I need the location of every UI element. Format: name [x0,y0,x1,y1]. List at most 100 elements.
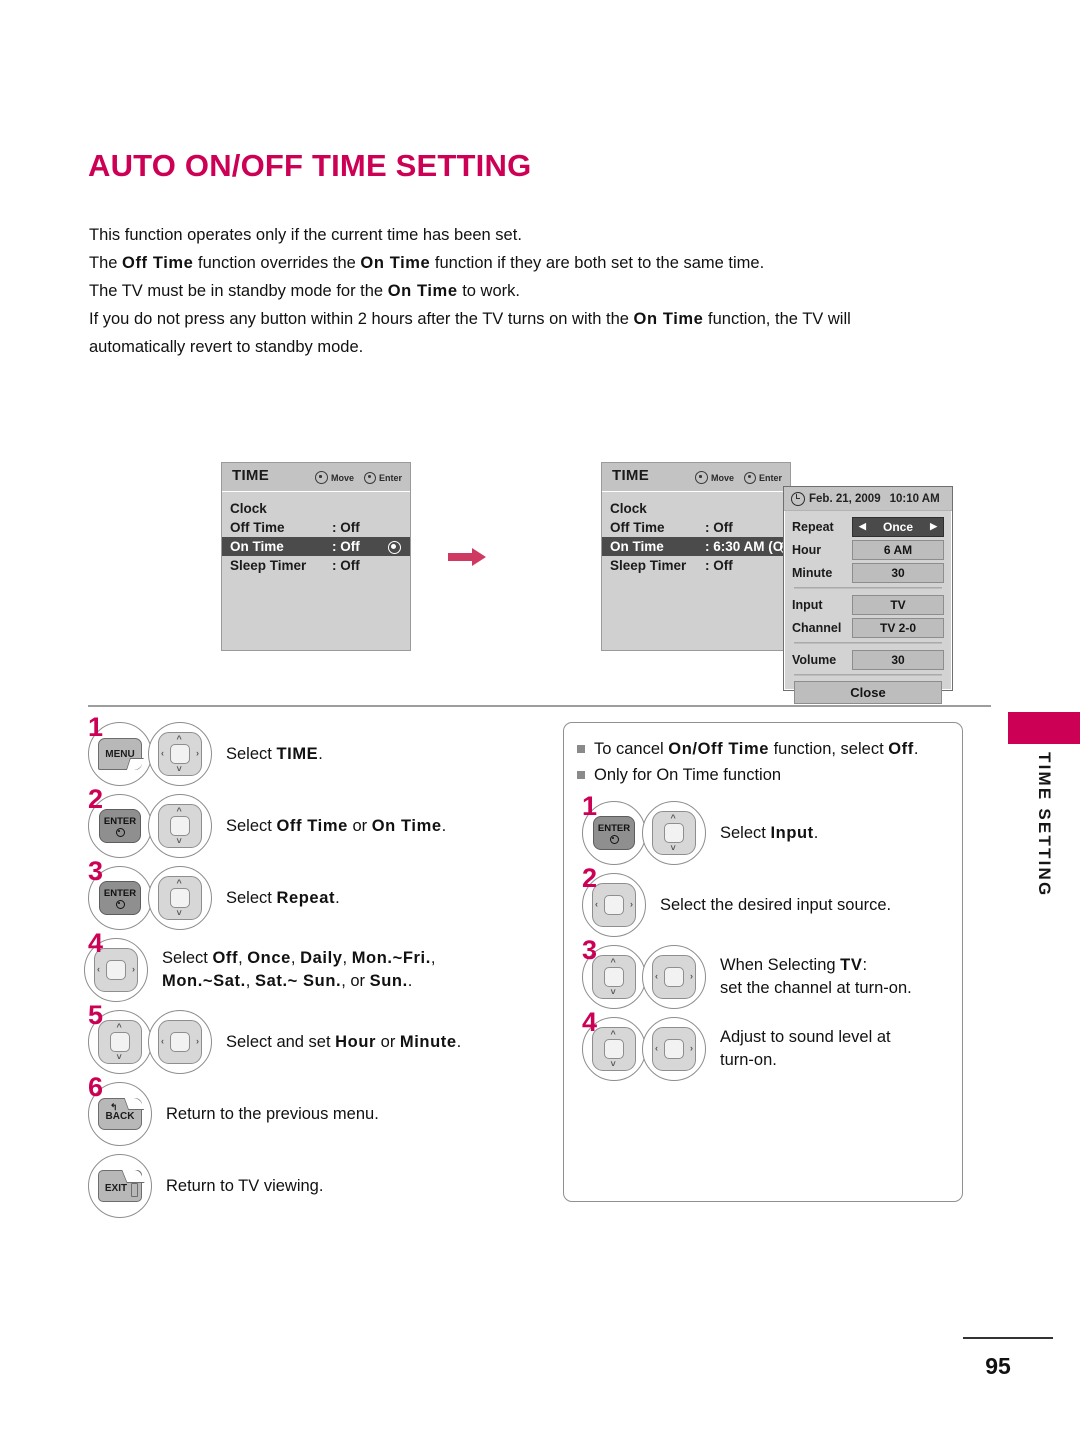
popup-row-channel: Channel TV 2-0 [792,617,944,638]
enter-dot-icon [609,834,619,844]
dpad-button-updown-3[interactable]: ^ ˅ [148,866,212,930]
dpad-center [170,744,190,764]
dpad-center [664,967,684,987]
popup-row-volume: Volume 30 [792,649,944,670]
arrow-right-icon: › [132,964,135,974]
dpad-button-leftright-r3[interactable]: ‹ › [642,945,706,1009]
step-number-3: 3 [88,856,104,886]
osd-row-clock-2[interactable]: Clock [602,499,790,518]
osd-row-off-time-2[interactable]: Off Time : Off [602,518,790,537]
dpad-center [604,895,624,915]
dpad-center [170,888,190,908]
hint-enter-2: Enter [743,471,782,484]
popup-label-volume: Volume [792,652,837,667]
dpad-center [170,1032,190,1052]
step-3-buttons: ENTER ^ ˅ [88,866,212,930]
menu-key-icon: MENU [98,738,142,770]
arrow-left-icon: ‹ [161,1036,164,1046]
exit-key-icon: EXIT [98,1170,145,1202]
arrow-down-icon: ˅ [670,842,676,853]
arrow-up-icon: ^ [176,805,182,816]
hint-move-2: Move [694,471,734,484]
popup-header: Feb. 21, 2009 10:10 AM [784,487,952,511]
dpad-icon-updown: ^ ˅ [98,1020,142,1064]
step-1-text: Select TIME. [226,744,323,763]
osd-row-on-time[interactable]: On Time : Off [222,537,410,556]
popup-value-repeat[interactable]: ◀ Once ▶ [852,516,944,537]
right-step-1: 1 ENTER ^ ˅ Select Input. [582,793,952,865]
section-divider [88,705,991,707]
step-1: 1 MENU ^ ˅ ‹ › Select TIME. [88,714,558,786]
arrow-left-icon: ‹ [97,964,100,974]
right-step-number-3: 3 [582,935,598,965]
popup-divider-3 [794,674,942,676]
dpad-button-4way-1[interactable]: ^ ˅ ‹ › [148,722,212,786]
popup-row-hour: Hour 6 AM [792,539,944,560]
osd-row-clock[interactable]: Clock [222,499,410,518]
dpad-button-leftright-5[interactable]: ‹ › [148,1010,212,1074]
step-exit: EXIT Return to TV viewing. [88,1154,558,1218]
popup-value-hour[interactable]: 6 AM [852,539,944,560]
dpad-button-updown-2[interactable]: ^ ˅ [148,794,212,858]
dpad-button-updown-r1[interactable]: ^ ˅ [642,801,706,865]
osd-row-off-time[interactable]: Off Time : Off [222,518,410,537]
right-step-4-buttons: ^ ˅ ‹ › [582,1017,706,1081]
dpad-center [664,1039,684,1059]
dpad-center [664,823,684,843]
step-5: 5 ^ ˅ ‹ › Select and set Hour or Minute. [88,1002,558,1074]
right-step-4: 4 ^ ˅ ‹ › Adjust to sound level at turn-… [582,1009,952,1081]
dpad-icon-4way: ^ ˅ ‹ › [158,732,202,776]
right-step-number-1: 1 [582,791,598,821]
dpad-center [604,967,624,987]
step-5-text: Select and set Hour or Minute. [226,1032,462,1051]
arrow-down-icon: ˅ [176,835,182,846]
right-step-3: 3 ^ ˅ ‹ › When Selecting TV: set the cha… [582,937,952,1009]
step-number-4: 4 [88,928,104,958]
step-6-text: Return to the previous menu. [166,1104,379,1123]
dpad-icon-leftright: ‹ › [592,883,636,927]
right-step-3-text: When Selecting TV: set the channel at tur… [720,956,912,997]
selection-dot-icon [388,541,401,554]
osd-panel-time-configured: TIME Move Enter Clock Off Time : Off On … [601,462,811,651]
popup-value-volume[interactable]: 30 [852,649,944,670]
right-step-4-text: Adjust to sound level at turn-on. [720,1028,891,1069]
arrow-right-icon[interactable]: ▶ [930,522,937,531]
intro-line-3: The TV must be in standby mode for the O… [89,282,520,300]
osd-row-sleep-timer-2[interactable]: Sleep Timer : Off [602,556,790,575]
dpad-center [604,1039,624,1059]
popup-value-input[interactable]: TV [852,594,944,615]
arrow-up-icon: ^ [176,733,182,744]
osd-row-sleep-timer[interactable]: Sleep Timer : Off [222,556,410,575]
enter-icon-2 [743,471,756,484]
arrow-right-icon: › [690,1043,693,1053]
dpad-button-leftright-r4[interactable]: ‹ › [642,1017,706,1081]
steps-left-column: 1 MENU ^ ˅ ‹ › Select TIME. 2 ENTER ^ ˅ … [84,714,558,1226]
dpad-icon-updown: ^ ˅ [592,1027,636,1071]
step-number-2: 2 [88,784,104,814]
arrow-left-icon[interactable]: ◀ [859,522,866,531]
dpad-icon [314,471,328,484]
popup-value-channel[interactable]: TV 2-0 [852,617,944,638]
bullet-1-text: To cancel On/Off Time function, select O… [594,740,919,758]
osd-hints-2: Move Enter [694,471,782,484]
right-step-1-buttons: ENTER ^ ˅ [582,801,706,865]
arrow-left-icon: ‹ [161,748,164,758]
osd-row-on-time-2[interactable]: On Time : 6:30 AM (Once) [602,537,811,556]
step-number-5: 5 [88,1000,104,1030]
step-4-text: Select Off, Once, Daily, Mon.~Fri., Mon.… [162,949,436,990]
footer-rule [963,1337,1053,1339]
page-number: 95 [985,1353,1011,1379]
arrow-up-icon: ^ [176,877,182,888]
popup-divider-1 [794,587,942,589]
enter-key-icon: ENTER [593,816,635,850]
right-step-3-buttons: ^ ˅ ‹ › [582,945,706,1009]
osd-title: TIME [232,467,270,484]
popup-label-channel: Channel [792,620,842,635]
popup-close-button[interactable]: Close [794,681,942,704]
intro-text-block: This function operates only if the curre… [89,222,969,362]
right-step-number-2: 2 [582,863,598,893]
popup-value-minute[interactable]: 30 [852,562,944,583]
exit-button[interactable]: EXIT [88,1154,152,1218]
step-2-buttons: ENTER ^ ˅ [88,794,212,858]
popup-divider-2 [794,642,942,644]
